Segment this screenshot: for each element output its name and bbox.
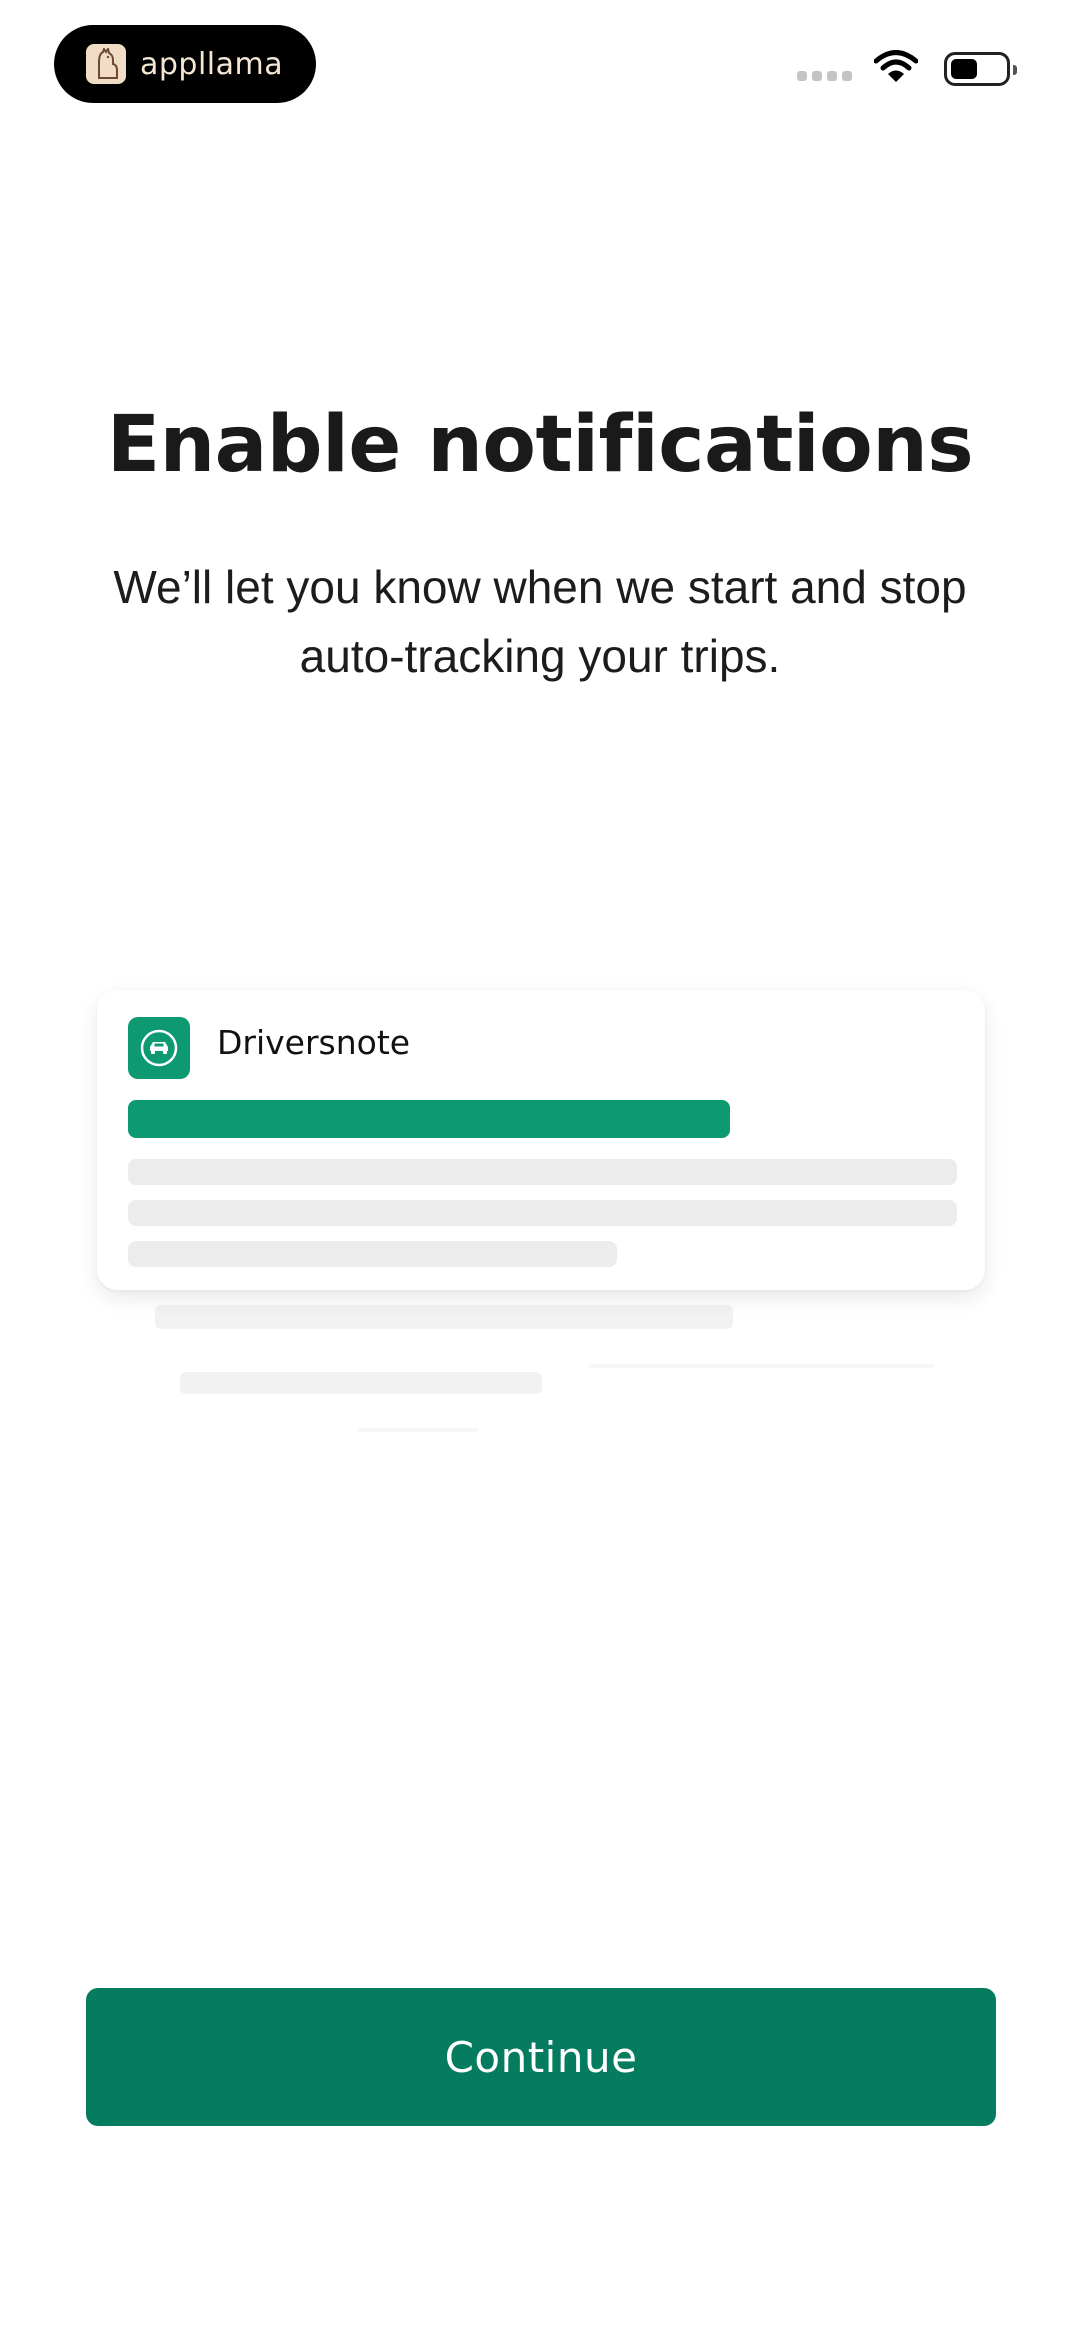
page-subtitle: We’ll let you know when we start and sto… <box>113 561 967 682</box>
notification-text-placeholder <box>128 1200 957 1226</box>
signal-icon <box>797 71 852 81</box>
notification-app-name: Driversnote <box>217 1023 411 1062</box>
system-status-icons <box>797 50 1017 88</box>
notification-preview-card: Driversnote <box>97 990 985 1290</box>
car-icon <box>128 1017 190 1079</box>
battery-icon <box>944 52 1017 86</box>
notification-permission-screen: appllama Enable notifications We’ll let … <box>0 0 1080 2337</box>
continue-button[interactable]: Continue <box>86 1988 996 2126</box>
notification-text-placeholder <box>128 1159 957 1185</box>
notification-text-placeholder <box>128 1241 617 1267</box>
appllama-badge: appllama <box>54 25 316 103</box>
badge-text: appllama <box>140 46 284 82</box>
wifi-icon <box>873 50 919 88</box>
page-title: Enable notifications <box>106 400 974 490</box>
llama-logo-icon <box>86 44 126 84</box>
notification-title-placeholder <box>128 1100 730 1138</box>
